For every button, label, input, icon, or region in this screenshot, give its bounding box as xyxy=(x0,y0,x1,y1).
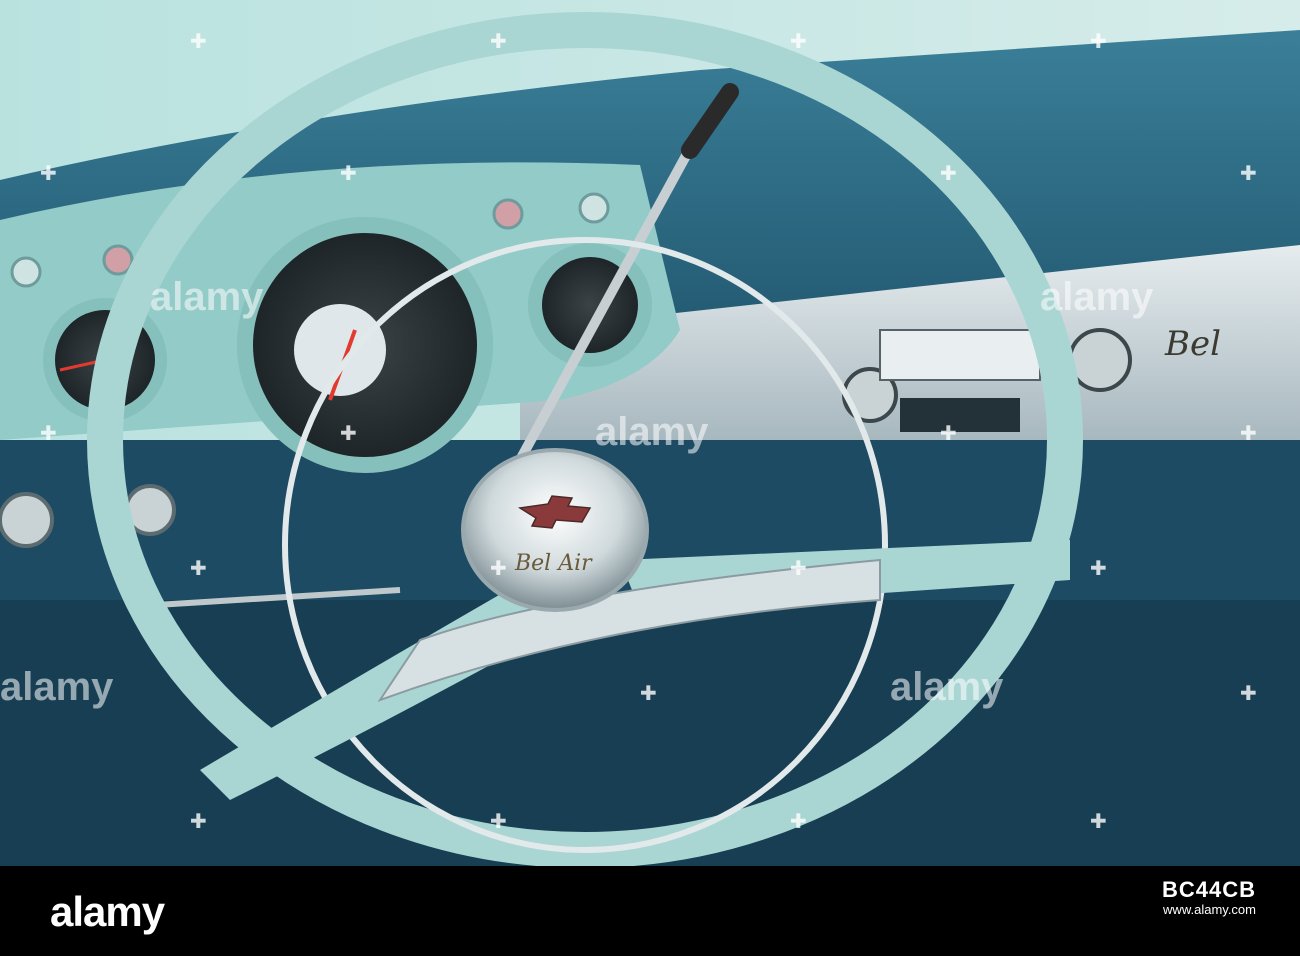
watermark-cross-icon: ✚ xyxy=(490,29,507,53)
watermark-cross-icon: ✚ xyxy=(190,809,207,833)
watermark-text: alamy xyxy=(0,665,114,709)
footer-bar: alamy BC44CB www.alamy.com xyxy=(0,866,1300,956)
watermark-cross-icon: ✚ xyxy=(790,29,807,53)
watermark-cross-icon: ✚ xyxy=(40,161,57,185)
watermark-cross-icon: ✚ xyxy=(940,161,957,185)
watermark-text: alamy xyxy=(595,410,709,454)
watermark-cross-icon: ✚ xyxy=(340,421,357,445)
watermark-cross-icon: ✚ xyxy=(1090,556,1107,580)
image-id-block: BC44CB www.alamy.com xyxy=(1161,877,1256,920)
watermark-cross-icon: ✚ xyxy=(790,809,807,833)
watermark-text: alamy xyxy=(890,665,1004,709)
watermark-cross-icon: ✚ xyxy=(40,421,57,445)
watermark-cross-icon: ✚ xyxy=(1090,29,1107,53)
horn-badge-text: Bel Air xyxy=(514,551,593,576)
watermark-cross-icon: ✚ xyxy=(1240,161,1257,185)
watermark-cross-icon: ✚ xyxy=(1240,421,1257,445)
footer-brand-logo: alamy xyxy=(50,888,165,935)
site-url: www.alamy.com xyxy=(1163,902,1256,917)
image-code: BC44CB xyxy=(1161,877,1256,902)
watermark-cross-icon: ✚ xyxy=(190,29,207,53)
watermark-text: alamy xyxy=(150,275,264,319)
watermark-cross-icon: ✚ xyxy=(490,809,507,833)
car-dashboard-photo: Bel Bel Air alamy alamy alamy alamy alam… xyxy=(0,0,1300,866)
watermark-cross-icon: ✚ xyxy=(490,556,507,580)
watermark-cross-icon: ✚ xyxy=(340,161,357,185)
watermark-cross-icon: ✚ xyxy=(940,421,957,445)
dash-script-text: Bel xyxy=(1164,324,1221,364)
watermark-cross-icon: ✚ xyxy=(1240,681,1257,705)
watermark-cross-icon: ✚ xyxy=(790,556,807,580)
watermark-text: alamy xyxy=(1040,275,1154,319)
watermark-cross-icon: ✚ xyxy=(1090,809,1107,833)
watermark-cross-icon: ✚ xyxy=(190,556,207,580)
watermark-cross-icon: ✚ xyxy=(640,681,657,705)
